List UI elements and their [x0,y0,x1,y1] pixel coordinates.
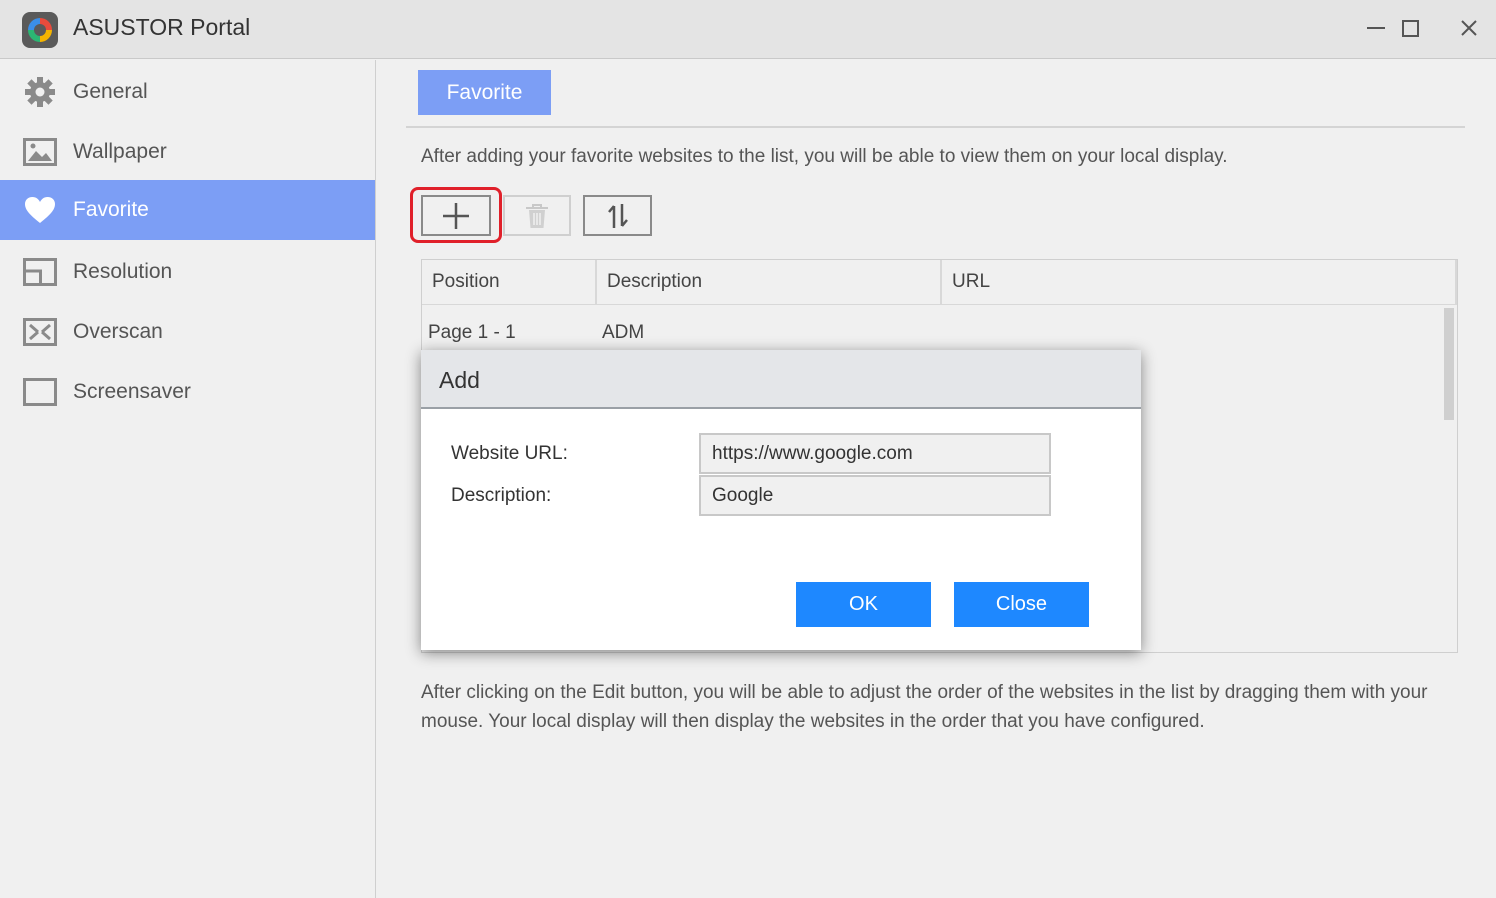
sidebar: General Wallpaper Favorite Resolution Ov… [0,60,376,898]
close-icon [1461,20,1477,36]
ok-button[interactable]: OK [796,582,931,627]
display-icon [23,256,57,288]
screensaver-icon [23,376,57,408]
title-bar: ASUSTOR Portal [0,0,1496,59]
picture-icon [23,136,57,168]
overscan-icon [23,316,57,348]
sidebar-item-label: Resolution [73,260,173,283]
table-scrollbar[interactable] [1444,308,1454,420]
website-url-label: Website URL: [451,443,568,464]
add-dialog: Add Website URL: https://www.google.com … [421,350,1141,650]
footer-text: After clicking on the Edit button, you w… [421,682,1428,732]
description-input[interactable]: Google [699,475,1051,516]
intro-text: After adding your favorite websites to t… [421,146,1228,167]
cell-position: Page 1 - 1 [428,322,516,343]
sidebar-item-label: Favorite [73,198,149,221]
delete-button[interactable] [503,195,571,236]
cell-description: ADM [602,322,645,343]
tab-divider [406,126,1465,128]
sidebar-item-label: Screensaver [73,380,191,403]
sidebar-item-label: Overscan [73,320,163,343]
column-header-url[interactable]: URL [942,260,1457,305]
sort-icon [607,203,628,228]
maximize-button[interactable] [1390,8,1430,48]
sidebar-item-general[interactable]: General [0,62,375,122]
sidebar-item-resolution[interactable]: Resolution [0,242,375,302]
app-logo-icon [22,12,58,48]
sidebar-item-favorite[interactable]: Favorite [0,180,375,240]
heart-icon [23,194,57,226]
dialog-header: Add [421,350,1141,409]
sidebar-item-overscan[interactable]: Overscan [0,302,375,362]
sidebar-item-label: Wallpaper [73,140,167,163]
sidebar-item-wallpaper[interactable]: Wallpaper [0,122,375,182]
close-button[interactable]: Close [954,582,1089,627]
app-title: ASUSTOR Portal [73,14,251,40]
add-button-highlight [410,187,502,243]
sidebar-item-label: General [73,80,148,103]
sidebar-item-screensaver[interactable]: Screensaver [0,362,375,422]
tab-favorite[interactable]: Favorite [418,70,551,115]
gear-icon [23,76,57,108]
column-header-description[interactable]: Description [597,260,942,305]
minimize-icon [1367,27,1385,29]
sort-button[interactable] [583,195,652,236]
trash-icon [526,203,548,228]
dialog-title: Add [439,367,480,393]
website-url-input[interactable]: https://www.google.com [699,433,1051,474]
close-window-button[interactable] [1449,8,1489,48]
description-label: Description: [451,485,552,506]
column-header-position[interactable]: Position [422,260,597,305]
maximize-icon [1401,19,1419,37]
